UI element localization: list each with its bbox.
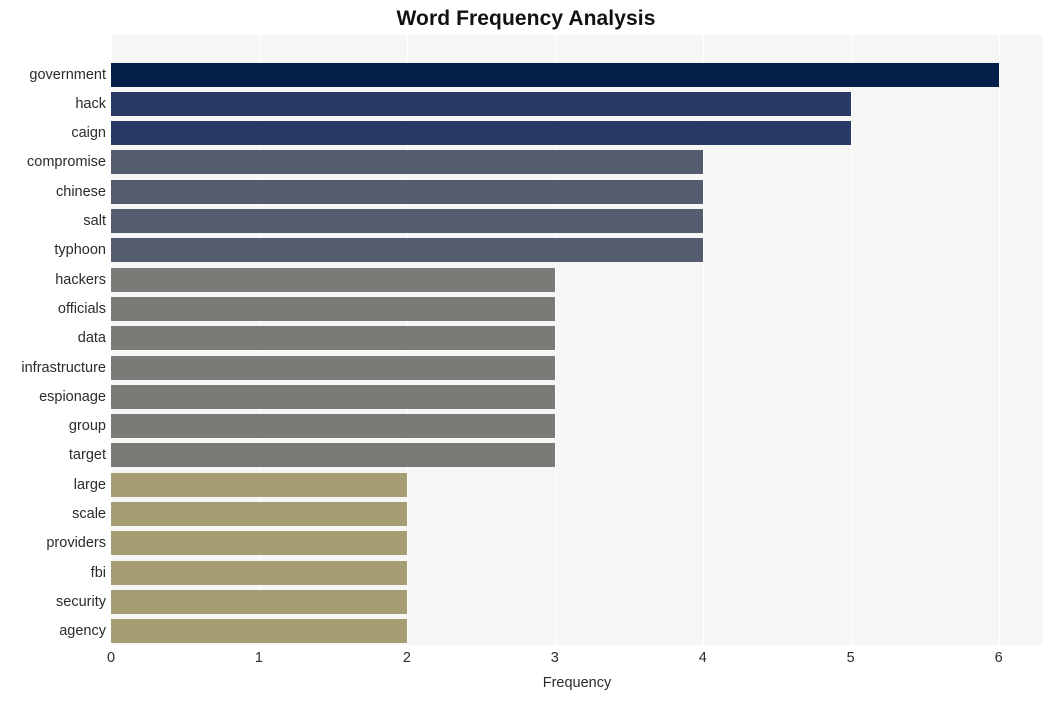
y-axis-tick-label: compromise: [27, 154, 106, 171]
y-axis-tick-label: hack: [75, 95, 106, 112]
bar: [111, 560, 407, 585]
bar: [111, 179, 703, 204]
bar: [111, 355, 555, 380]
bars-group: [111, 35, 1043, 645]
x-axis-tick-label: 4: [698, 650, 707, 666]
bar: [111, 531, 407, 556]
bar: [111, 238, 703, 263]
chart-figure: Word Frequency Analysis government hack ca…: [0, 0, 1052, 701]
bar: [111, 121, 851, 146]
bar: [111, 326, 555, 351]
y-axis-tick-label: large: [73, 476, 106, 493]
y-axis-tick-label: caign: [71, 125, 106, 142]
bar: [111, 296, 555, 321]
bar: [111, 62, 999, 87]
page-title: Word Frequency Analysis: [396, 7, 656, 30]
plot-area: [111, 35, 1043, 645]
bar: [111, 209, 703, 233]
x-axis-tick-label: 0: [106, 650, 116, 666]
bar: [111, 91, 851, 116]
x-axis-tick-label: 3: [550, 650, 559, 666]
y-axis-tick-label: infrastructure: [21, 359, 106, 376]
y-axis-tick-label: target: [68, 447, 106, 464]
bar: [111, 472, 407, 497]
bar: [111, 384, 555, 409]
y-axis-tick-label: agency: [59, 623, 106, 640]
x-axis-tick-label: 1: [254, 650, 263, 666]
y-axis-tick-label: hackers: [55, 271, 106, 288]
y-axis-tick-label: fbi: [90, 564, 106, 581]
bar: [111, 589, 407, 614]
bar: [111, 502, 407, 526]
x-axis-tick-label: 2: [402, 650, 411, 666]
bar: [111, 619, 407, 644]
y-axis-labels: government hack caign compromise chinese salt…: [0, 35, 106, 645]
y-axis-tick-label: government: [29, 66, 106, 83]
y-axis-tick-label: officials: [57, 300, 106, 317]
bar: [111, 150, 703, 175]
y-axis-tick-label: providers: [46, 535, 106, 552]
bar: [111, 414, 555, 439]
x-axis-title: Frequency: [542, 675, 612, 691]
y-axis-tick-label: data: [77, 330, 106, 347]
bar: [111, 267, 555, 292]
y-axis-tick-label: typhoon: [54, 242, 106, 259]
x-axis-tick-label: 6: [994, 650, 1003, 666]
y-axis-tick-label: espionage: [39, 388, 106, 405]
x-axis-tick-label: 5: [846, 650, 855, 666]
bar: [111, 443, 555, 468]
y-axis-tick-label: group: [68, 418, 106, 435]
y-axis-tick-label: salt: [83, 213, 106, 229]
y-axis-tick-label: scale: [72, 506, 106, 522]
x-axis-ticks: 0 1 2 3 4 5 6: [107, 648, 1043, 670]
y-axis-tick-label: chinese: [56, 183, 106, 200]
y-axis-tick-label: security: [56, 593, 106, 610]
